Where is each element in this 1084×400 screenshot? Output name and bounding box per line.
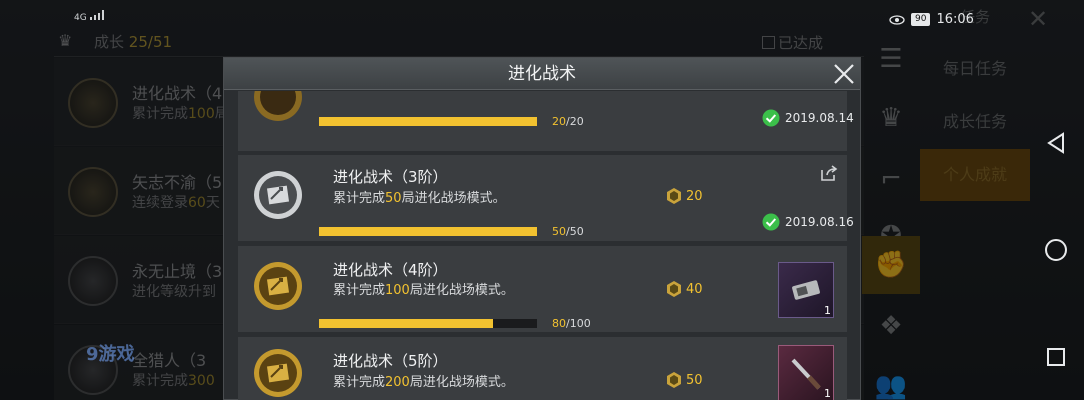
progress-fill [319, 227, 537, 236]
check-circle-icon [762, 109, 780, 127]
item-count: 1 [824, 304, 831, 317]
progress-fill [319, 117, 537, 126]
battery-indicator: 90 [911, 13, 931, 26]
dialog-header: 进化战术 [224, 58, 860, 90]
completed-date: 2019.08.16 [762, 213, 854, 231]
reward-points: 20 [665, 187, 703, 205]
network-indicator: 4G [74, 10, 106, 23]
progress-text: 80/100 [552, 317, 591, 330]
reward-item[interactable]: 1 [778, 262, 834, 318]
gold-medal-icon [254, 262, 302, 310]
gold-medal-icon [254, 91, 302, 121]
achievement-card: 进化战术（3阶） 累计完成50局进化战场模式。 20 2019.08.16 50… [238, 155, 854, 241]
achievement-card: 进化战术（4阶） 累计完成100局进化战场模式。 40 1 80/100 [238, 246, 847, 332]
progress-bar [319, 319, 537, 328]
achievement-detail-dialog: 进化战术 20/20 2019.08.14 进化战术（3阶） 累计完成50局进化… [223, 57, 861, 400]
check-circle-icon [762, 213, 780, 231]
achievement-title: 进化战术（3阶） [333, 168, 448, 186]
dialog-body[interactable]: 20/20 2019.08.14 进化战术（3阶） 累计完成50局进化战场模式。… [224, 91, 860, 400]
achievement-desc: 累计完成200局进化战场模式。 [333, 375, 514, 390]
points-coin-icon [667, 281, 681, 297]
achievement-card: 20/20 2019.08.14 [238, 91, 854, 151]
completed-date: 2019.08.14 [762, 109, 854, 127]
progress-text: 20/20 [552, 115, 584, 128]
achievement-desc: 累计完成50局进化战场模式。 [333, 191, 506, 206]
achievement-card: 进化战术（5阶） 累计完成200局进化战场模式。 50 1 [238, 337, 847, 400]
gold-medal-icon [254, 349, 302, 397]
nav-back-button[interactable] [1036, 123, 1076, 163]
silver-medal-icon [254, 171, 302, 219]
signal-icon [89, 10, 104, 20]
share-icon[interactable] [820, 165, 838, 181]
points-coin-icon [667, 188, 681, 204]
recents-square-icon [1047, 348, 1065, 366]
points-coin-icon [667, 372, 681, 388]
progress-bar [319, 117, 537, 126]
back-triangle-icon [1047, 132, 1064, 154]
nav-home-button[interactable] [1036, 230, 1076, 270]
achievement-desc: 累计完成100局进化战场模式。 [333, 283, 514, 298]
progress-fill [319, 319, 494, 328]
clock: 16:06 [936, 12, 974, 27]
item-count: 1 [824, 387, 831, 400]
eye-icon [889, 14, 905, 25]
reward-points: 50 [665, 371, 703, 389]
reward-item[interactable]: 1 [778, 345, 834, 400]
watermark-logo: 9游戏 [86, 344, 135, 365]
nav-recents-button[interactable] [1036, 337, 1076, 377]
dialog-title: 进化战术 [508, 64, 576, 84]
home-circle-icon [1045, 239, 1067, 261]
progress-bar [319, 227, 537, 236]
progress-text: 50/50 [552, 225, 584, 238]
close-icon [834, 64, 854, 84]
reward-points: 40 [665, 280, 703, 298]
status-bar-right: 90 16:06 [889, 12, 974, 27]
achievement-title: 进化战术（4阶） [333, 261, 448, 279]
achievement-title: 进化战术（5阶） [333, 352, 448, 370]
dialog-close-button[interactable] [828, 58, 860, 90]
